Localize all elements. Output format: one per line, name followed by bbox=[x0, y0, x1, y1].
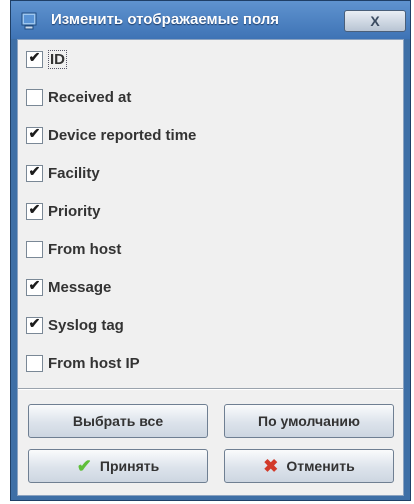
close-icon: X bbox=[370, 13, 380, 29]
accept-button[interactable]: ✔ Принять bbox=[28, 449, 208, 483]
cancel-button[interactable]: ✖ Отменить bbox=[224, 449, 394, 483]
field-checkbox-device-reported-time[interactable]: ✔ Device reported time bbox=[26, 123, 196, 147]
field-checkbox-id[interactable]: ✔ ID bbox=[26, 47, 67, 71]
field-checkbox-received-at[interactable]: Received at bbox=[26, 85, 131, 109]
default-button[interactable]: По умолчанию bbox=[224, 404, 394, 438]
separator bbox=[18, 388, 403, 390]
window-title: Изменить отображаемые поля bbox=[51, 11, 280, 28]
checkmark-icon: ✔ bbox=[28, 200, 41, 217]
field-checkbox-message[interactable]: ✔ Message bbox=[26, 275, 111, 299]
field-label: Device reported time bbox=[48, 126, 197, 144]
checkbox[interactable] bbox=[26, 88, 43, 106]
dialog-window: Изменить отображаемые поля X ✔ ID Receiv… bbox=[10, 0, 411, 501]
checkmark-icon: ✔ bbox=[76, 456, 92, 476]
checkbox[interactable] bbox=[26, 240, 43, 258]
cancel-label: Отменить bbox=[286, 458, 355, 474]
checkbox[interactable]: ✔ bbox=[26, 124, 43, 144]
checkbox[interactable]: ✔ bbox=[26, 162, 43, 182]
title-bar[interactable]: Изменить отображаемые поля X bbox=[11, 1, 410, 39]
field-checkbox-priority[interactable]: ✔ Priority bbox=[26, 199, 101, 223]
x-icon: ✖ bbox=[263, 456, 279, 476]
dialog-content: ✔ ID Received at ✔ Device reported time … bbox=[17, 39, 404, 496]
close-button[interactable]: X bbox=[344, 10, 406, 32]
checkmark-icon: ✔ bbox=[28, 314, 41, 331]
field-checkbox-from-host-ip[interactable]: From host IP bbox=[26, 351, 140, 375]
field-checkbox-syslog-tag[interactable]: ✔ Syslog tag bbox=[26, 313, 124, 337]
field-list: ✔ ID Received at ✔ Device reported time … bbox=[18, 40, 403, 388]
checkbox[interactable]: ✔ bbox=[26, 314, 43, 334]
field-checkbox-from-host[interactable]: From host bbox=[26, 237, 121, 261]
select-all-button[interactable]: Выбрать все bbox=[28, 404, 208, 438]
field-label: Syslog tag bbox=[48, 316, 124, 334]
checkmark-icon: ✔ bbox=[28, 124, 41, 141]
field-label: From host IP bbox=[48, 354, 140, 372]
default-label: По умолчанию bbox=[258, 413, 360, 429]
field-label: Facility bbox=[48, 164, 100, 182]
checkbox[interactable] bbox=[26, 354, 43, 372]
field-checkbox-facility[interactable]: ✔ Facility bbox=[26, 161, 100, 185]
checkmark-icon: ✔ bbox=[28, 48, 41, 65]
field-label: Message bbox=[48, 278, 112, 296]
checkmark-icon: ✔ bbox=[28, 162, 41, 179]
field-label: Priority bbox=[48, 202, 101, 220]
window-app-icon bbox=[21, 12, 37, 30]
checkbox[interactable]: ✔ bbox=[26, 276, 43, 296]
select-all-label: Выбрать все bbox=[72, 413, 164, 429]
field-label: From host bbox=[48, 240, 122, 258]
accept-label: Принять bbox=[99, 458, 160, 474]
checkmark-icon: ✔ bbox=[28, 276, 41, 293]
checkbox[interactable]: ✔ bbox=[26, 48, 43, 68]
checkbox[interactable]: ✔ bbox=[26, 200, 43, 220]
field-label: Received at bbox=[48, 88, 132, 106]
field-label: ID bbox=[48, 49, 67, 69]
